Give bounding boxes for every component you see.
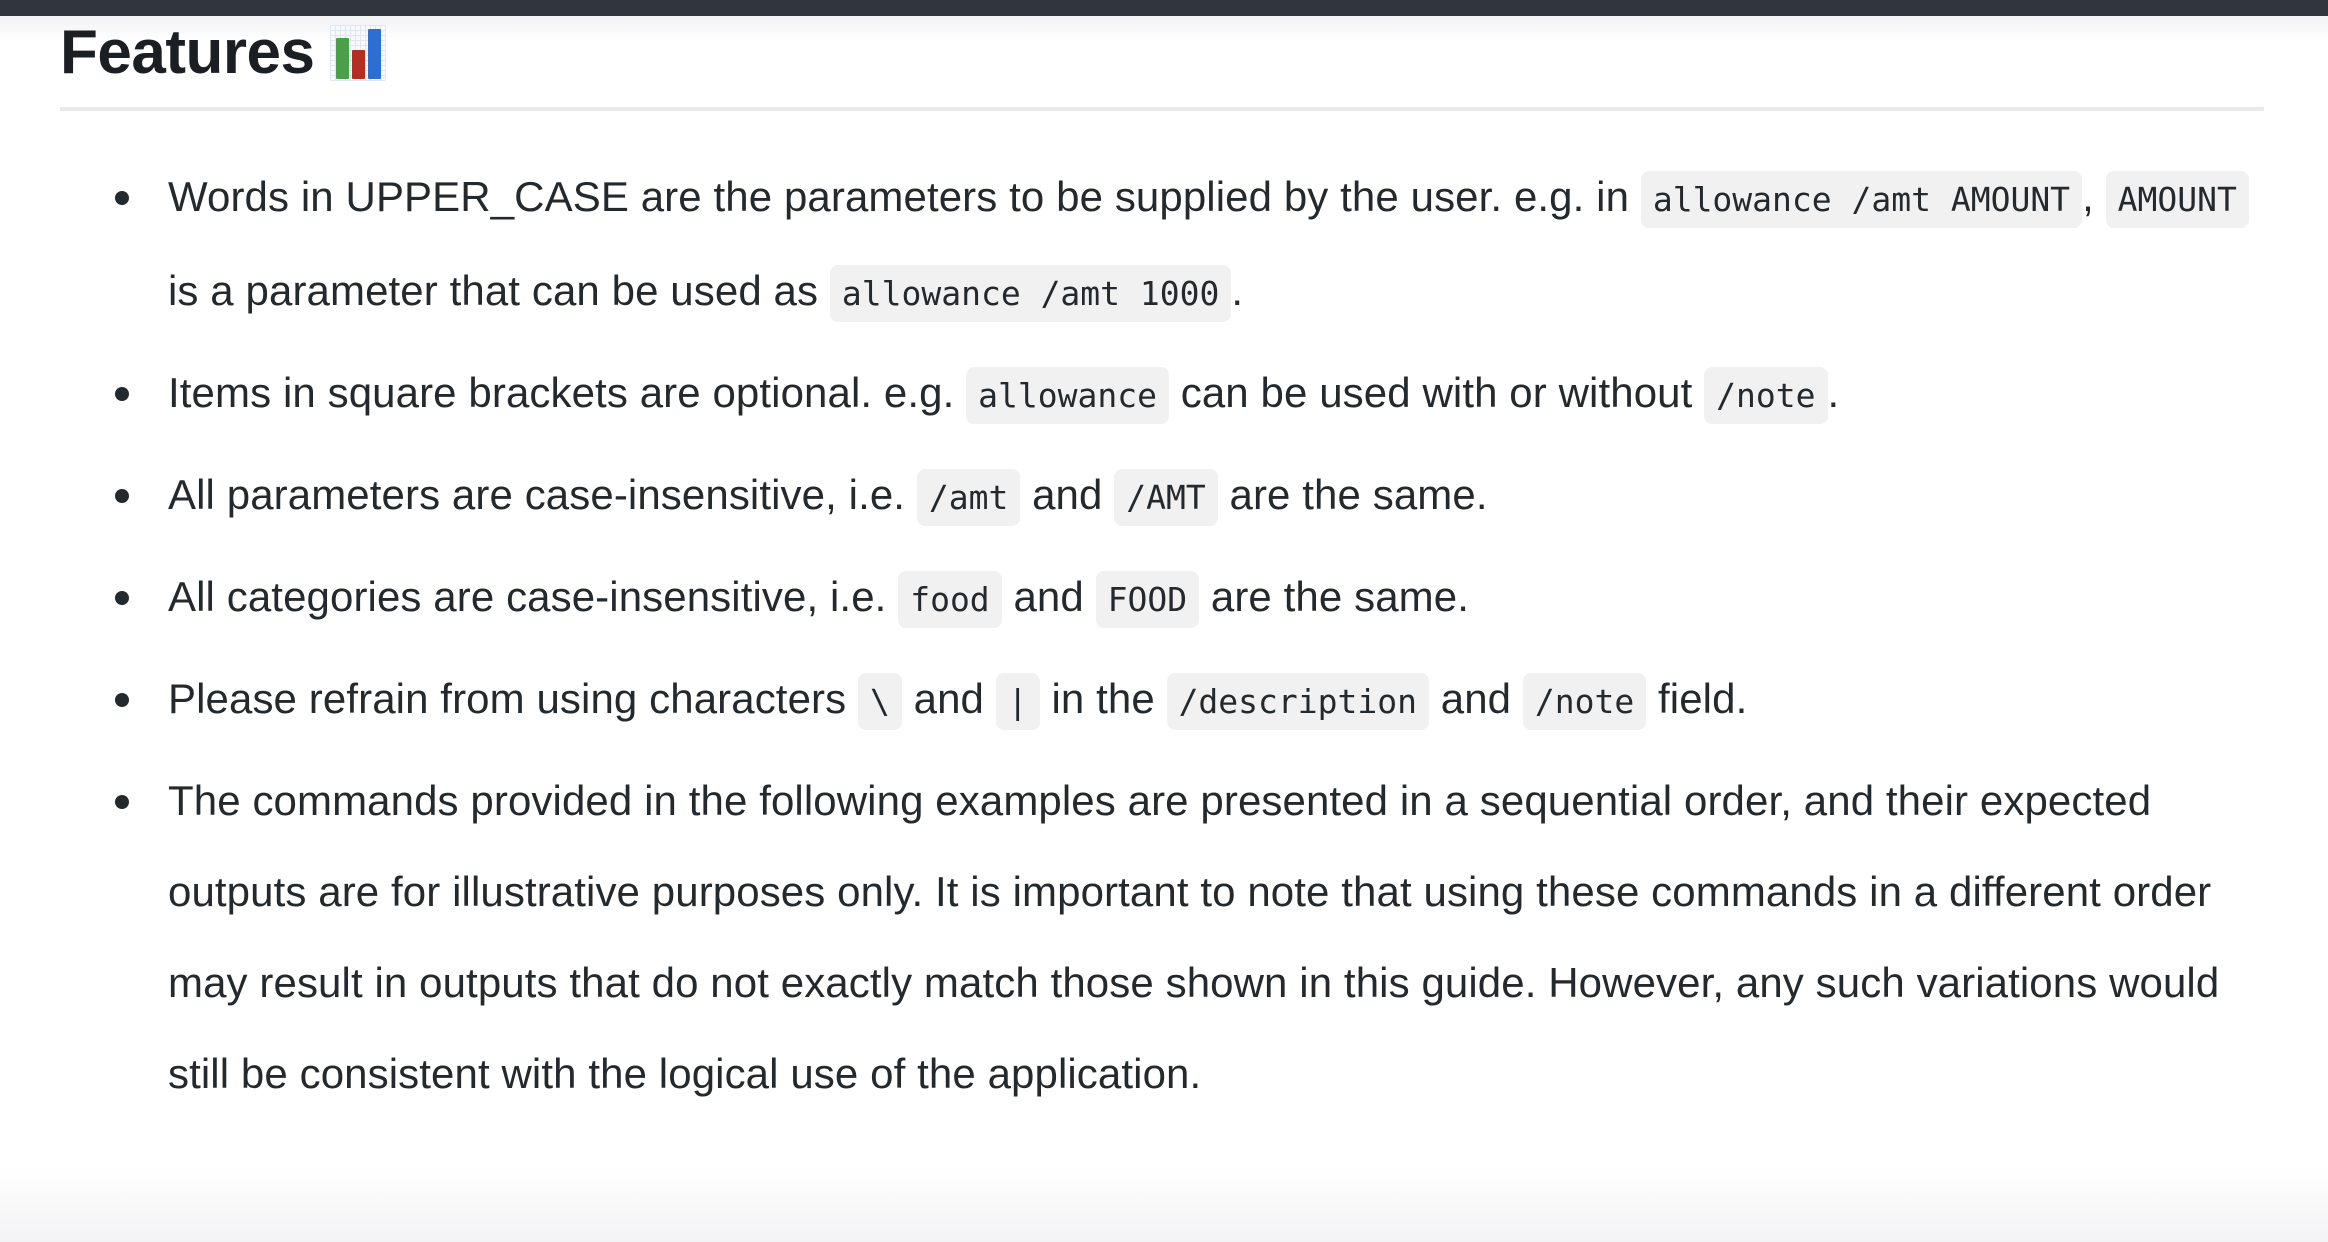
features-list: Words in UPPER_CASE are the parameters t… [60,111,2264,1119]
feature-2-code-1: allowance [966,367,1169,425]
feature-3-text-1: All parameters are case-insensitive, i.e… [168,471,917,519]
feature-1-code-2: AMOUNT [2105,171,2249,229]
top-navbar [0,0,2328,16]
feature-3-code-1: /amt [916,469,1021,527]
list-item: All categories are case-insensitive, i.e… [60,551,2264,645]
feature-5-text-3: in the [1039,675,1167,723]
feature-1-code-3: allowance /amt 1000 [829,265,1232,323]
feature-3-text-2: and [1020,471,1115,519]
feature-1-code-1: allowance /amt AMOUNT [1640,171,2083,229]
page-root: Features Words in UPPER_CASE are the par… [0,0,2328,1242]
list-item: All parameters are case-insensitive, i.e… [60,449,2264,543]
feature-4-code-2: FOOD [1095,571,1200,629]
feature-5-code-1: \ [858,673,902,731]
feature-5-code-3: /description [1166,673,1429,731]
feature-5-code-4: /note [1522,673,1647,731]
list-item: Please refrain from using characters \ a… [60,653,2264,747]
page-title-text: Features [60,18,315,87]
feature-2-text-2: can be used with or without [1168,369,1705,417]
bar-chart-blue-bar [368,28,382,79]
feature-6-text-1: The commands provided in the following e… [168,777,2220,1098]
feature-5-text-1: Please refrain from using characters [168,675,858,723]
feature-3-text-3: are the same. [1217,471,1488,519]
feature-4-text-2: and [1001,573,1096,621]
feature-5-code-2: | [995,673,1040,731]
feature-4-text-1: All categories are case-insensitive, i.e… [168,573,899,621]
feature-2-text-1: Items in square brackets are optional. e… [168,369,967,417]
feature-2-text-3: . [1827,369,1840,417]
bar-chart-emoji [330,24,387,81]
feature-2-code-2: /note [1704,367,1828,425]
list-item: Items in square brackets are optional. e… [60,347,2264,441]
feature-5-text-2: and [901,675,996,723]
document-content: Features Words in UPPER_CASE are the par… [0,16,2328,1127]
feature-1-text-1: Words in UPPER_CASE are the parameters t… [168,173,1641,221]
feature-5-text-4: and [1428,675,1523,723]
feature-3-code-2: /AMT [1114,469,1218,527]
feature-1-text-2: , [2082,173,2106,221]
feature-1-text-4: . [1231,267,1244,315]
feature-5-text-5: field. [1646,675,1748,723]
feature-4-text-3: are the same. [1199,573,1469,621]
list-item: Words in UPPER_CASE are the parameters t… [60,151,2264,339]
feature-1-text-3: is a parameter that can be used as [168,267,830,315]
page-title: Features [60,16,2264,85]
bar-chart-green-bar [336,37,350,79]
feature-4-code-1: food [898,571,1002,629]
bar-chart-red-bar [352,49,366,79]
bottom-fade [0,1134,2328,1242]
list-item: The commands provided in the following e… [60,755,2264,1119]
